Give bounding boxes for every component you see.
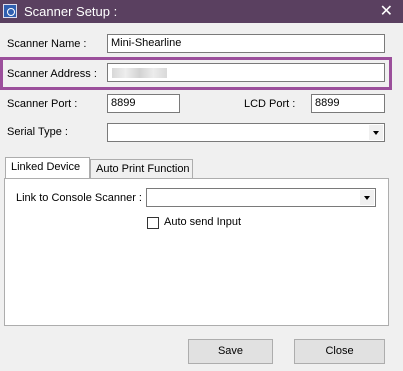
auto-send-input-checkbox[interactable] xyxy=(147,217,159,229)
tab-auto-print-function[interactable]: Auto Print Function xyxy=(90,159,193,178)
close-icon[interactable]: ✕ xyxy=(380,1,393,21)
window-title: Scanner Setup : xyxy=(24,4,118,19)
lcd-port-label: LCD Port : xyxy=(244,98,296,110)
scanner-app-icon xyxy=(3,4,17,18)
scanner-name-input[interactable]: Mini-Shearline xyxy=(107,34,385,53)
lcd-port-input[interactable]: 8899 xyxy=(311,94,385,113)
scanner-port-input[interactable]: 8899 xyxy=(107,94,180,113)
scanner-address-label: Scanner Address : xyxy=(7,68,97,80)
save-button[interactable]: Save xyxy=(188,339,273,364)
console-scanner-select[interactable] xyxy=(146,188,376,207)
tab-linked-device[interactable]: Linked Device xyxy=(5,157,90,178)
scanner-port-label: Scanner Port : xyxy=(7,98,78,110)
serial-type-label: Serial Type : xyxy=(7,126,68,138)
chevron-down-icon[interactable] xyxy=(369,125,383,140)
auto-send-input-label: Auto send Input xyxy=(164,216,242,228)
scanner-setup-window: Scanner Setup : ✕ Scanner Name : Mini-Sh… xyxy=(0,0,403,371)
scanner-address-input[interactable] xyxy=(107,63,385,82)
linked-device-panel: Link to Console Scanner : Auto send Inpu… xyxy=(4,178,389,326)
console-scanner-label: Link to Console Scanner : xyxy=(16,192,142,204)
serial-type-select[interactable] xyxy=(107,123,385,142)
chevron-down-icon[interactable] xyxy=(360,190,374,205)
redacted-address-blur xyxy=(112,68,167,78)
close-button[interactable]: Close xyxy=(294,339,385,364)
title-bar[interactable]: Scanner Setup : ✕ xyxy=(0,0,403,23)
scanner-name-label: Scanner Name : xyxy=(7,38,87,50)
